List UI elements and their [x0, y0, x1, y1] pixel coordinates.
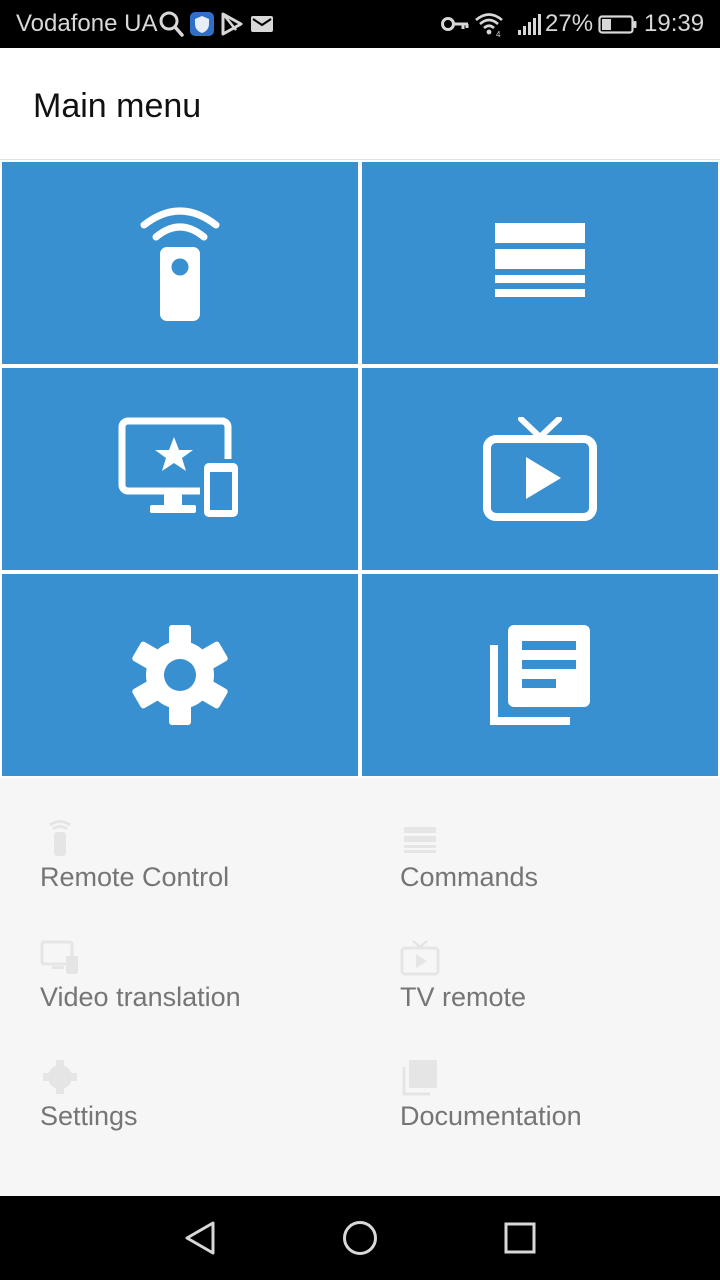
tile-settings[interactable]	[2, 574, 358, 776]
back-icon	[185, 1221, 215, 1255]
menu-item-label: Settings	[40, 1101, 138, 1131]
page-title: Main menu	[33, 87, 202, 125]
tv-play-icon	[483, 417, 597, 521]
menu-item-label: Video translation	[40, 982, 241, 1012]
menu-item-commands[interactable]: Commands	[400, 818, 720, 908]
tile-tv-remote[interactable]	[362, 368, 718, 570]
documentation-icon	[490, 625, 590, 725]
remote-control-icon	[49, 820, 71, 856]
signal-icon	[518, 14, 541, 35]
menu-item-settings[interactable]: Settings	[40, 1057, 360, 1147]
back-button[interactable]	[175, 1213, 225, 1263]
svg-text:4: 4	[496, 30, 501, 38]
screen-cast-icon	[118, 417, 240, 519]
menu-list: Remote Control Commands Video translatio…	[0, 778, 720, 1196]
settings-gear-icon	[43, 1060, 77, 1094]
status-bar: Vodafone UA 4 27% 19:39	[0, 0, 720, 48]
recents-icon	[504, 1222, 536, 1254]
screen-cast-icon	[40, 940, 78, 974]
remote-control-icon	[140, 207, 220, 321]
carrier-name: Vodafone UA	[16, 10, 158, 37]
menu-item-tv-remote[interactable]: TV remote	[400, 938, 720, 1028]
commands-list-icon	[495, 223, 585, 297]
clock-time: 19:39	[644, 10, 705, 37]
tile-video-translation[interactable]	[2, 368, 358, 570]
battery-percent: 27%	[545, 10, 594, 37]
settings-gear-icon	[132, 625, 228, 725]
battery-icon	[598, 15, 637, 34]
menu-item-label: Commands	[400, 862, 539, 892]
wifi-icon: 4	[475, 13, 503, 38]
search-icon	[159, 11, 184, 37]
tile-commands[interactable]	[362, 162, 718, 364]
menu-item-video-translation[interactable]: Video translation	[40, 938, 360, 1028]
vpn-shield-icon	[190, 12, 214, 36]
play-store-icon	[221, 12, 243, 36]
menu-item-label: Documentation	[400, 1101, 582, 1131]
tile-documentation[interactable]	[362, 574, 718, 776]
documentation-icon	[402, 1060, 437, 1096]
navigation-bar	[0, 1196, 720, 1280]
key-icon	[441, 17, 469, 31]
menu-item-label: Remote Control	[40, 862, 230, 892]
tile-remote-control[interactable]	[2, 162, 358, 364]
tv-play-icon	[400, 940, 440, 976]
app-header: Main menu	[0, 48, 720, 160]
home-button[interactable]	[335, 1213, 385, 1263]
recents-button[interactable]	[495, 1213, 545, 1263]
tile-grid	[0, 160, 720, 778]
menu-item-documentation[interactable]: Documentation	[400, 1057, 720, 1147]
mail-icon	[251, 16, 273, 32]
menu-item-label: TV remote	[400, 982, 527, 1012]
home-icon	[343, 1221, 377, 1255]
menu-item-remote-control[interactable]: Remote Control	[40, 818, 360, 908]
commands-list-icon	[404, 827, 436, 853]
